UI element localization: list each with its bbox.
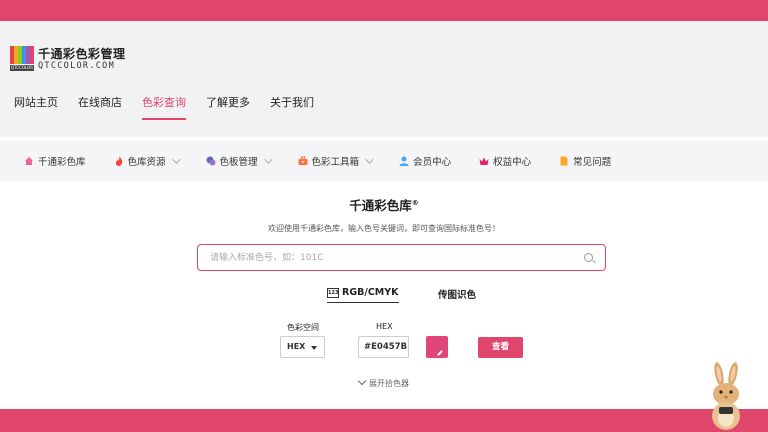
subnav-label: 常见问题 xyxy=(573,157,612,168)
subnav-label: 会员中心 xyxy=(413,157,452,168)
color-swatch[interactable] xyxy=(426,336,448,358)
subnav-item-member[interactable]: 会员中心 xyxy=(399,154,451,168)
subnav-label: 色彩工具箱 xyxy=(311,157,360,168)
subnav-label: 色库资源 xyxy=(127,157,166,168)
subnav-item-palette[interactable]: 色板管理 xyxy=(206,154,273,168)
subnav-item-color-library[interactable]: 千通彩色库 xyxy=(24,154,86,168)
nav-item-home[interactable]: 网站主页 xyxy=(14,96,58,122)
color-library-panel: 千通彩色库® 欢迎使用千通彩色库，输入色号关键词，即可查询国际标准色号！ 123… xyxy=(0,181,768,409)
search-box xyxy=(197,244,606,271)
search-icon[interactable] xyxy=(584,253,593,262)
subnav-label: 权益中心 xyxy=(493,157,532,168)
tab-label: 传图识色 xyxy=(438,290,477,301)
page-subtitle: 欢迎使用千通彩色库，输入色号关键词，即可查询国际标准色号！ xyxy=(268,224,500,233)
subnav-item-resources[interactable]: 色库资源 xyxy=(114,154,181,168)
subnav-item-benefits[interactable]: 权益中心 xyxy=(479,154,531,168)
subnav-item-toolbox[interactable]: 色彩工具箱 xyxy=(298,154,374,168)
color-space-select[interactable]: HEX xyxy=(280,336,325,358)
chevron-down-icon xyxy=(357,376,367,386)
hex-value-field[interactable]: #E0457B xyxy=(358,336,409,358)
logo-mark-icon: QTCCOLOR xyxy=(10,46,34,72)
tab-label: RGB/CMYK xyxy=(342,287,399,298)
logo-name-en: QTCCOLOR.COM xyxy=(38,60,116,71)
toolbox-icon xyxy=(298,156,308,165)
page-title: 千通彩色库® xyxy=(349,198,419,213)
view-button[interactable]: 查看 xyxy=(478,337,523,358)
top-accent-bar xyxy=(0,0,768,21)
nav-item-store[interactable]: 在线商店 xyxy=(78,96,122,122)
subnav-label: 千通彩色库 xyxy=(38,157,86,168)
fire-icon xyxy=(115,156,122,166)
tab-image-recognition[interactable]: 传图识色 xyxy=(438,287,476,301)
subnav-item-faq[interactable]: 常见问题 xyxy=(559,154,611,168)
site-logo[interactable]: QTCCOLOR 千通彩色彩管理 QTCCOLOR.COM xyxy=(10,46,126,72)
color-space-value: HEX xyxy=(287,342,306,351)
hex-label: HEX xyxy=(376,322,393,331)
expand-label: 展开拾色器 xyxy=(369,379,409,388)
palette-icon xyxy=(206,156,216,166)
main-nav: 网站主页 在线商店 色彩查询 了解更多 关于我们 xyxy=(14,96,334,122)
caret-down-icon xyxy=(311,346,317,350)
numbers-icon: 123 xyxy=(327,287,339,298)
subnav-label: 色板管理 xyxy=(219,157,258,168)
home-icon xyxy=(25,157,33,165)
registered-mark: ® xyxy=(411,198,419,207)
crown-icon xyxy=(479,157,489,165)
logo-name-cn: 千通彩色彩管理 xyxy=(38,46,126,61)
bottom-accent-bar xyxy=(0,409,768,432)
expand-color-picker[interactable]: 展开拾色器 xyxy=(0,376,768,389)
chevron-down-icon xyxy=(263,155,273,164)
search-input[interactable] xyxy=(198,245,568,271)
nav-item-about[interactable]: 关于我们 xyxy=(270,96,314,122)
sub-nav: 千通彩色库 色库资源 色板管理 色彩工具箱 会员中心 权益中心 常见问题 xyxy=(0,141,768,181)
tab-rgb-cmyk[interactable]: 123 RGB/CMYK xyxy=(327,287,399,303)
chevron-down-icon xyxy=(365,155,374,164)
user-icon xyxy=(399,156,409,166)
chevron-down-icon xyxy=(171,155,181,164)
nav-item-color-query[interactable]: 色彩查询 xyxy=(142,96,186,122)
color-space-label: 色彩空间 xyxy=(287,323,319,332)
logo-caption: QTCCOLOR xyxy=(10,65,34,71)
rabbit-mascot-icon[interactable] xyxy=(704,360,748,432)
document-icon xyxy=(560,156,568,166)
nav-item-learn-more[interactable]: 了解更多 xyxy=(206,96,250,122)
pen-icon xyxy=(437,350,443,356)
